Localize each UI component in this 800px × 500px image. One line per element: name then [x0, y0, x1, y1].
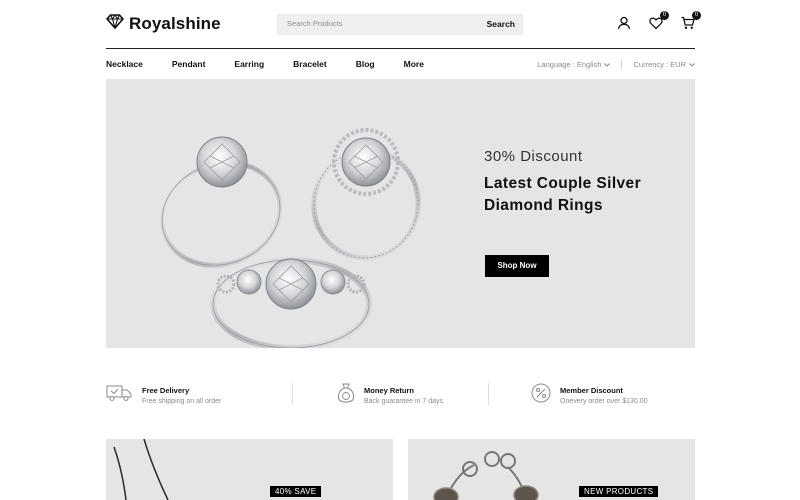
brand-logo[interactable]: Royalshine: [106, 14, 221, 34]
nav-item-bracelet[interactable]: Bracelet: [293, 59, 327, 71]
promo-tag: NEW PRODUCTS: [579, 486, 659, 497]
search-input[interactable]: [287, 19, 457, 28]
feature-text: Free Delivery Free shipping on all order: [142, 386, 221, 405]
currency-label: Currency : EUR: [633, 60, 686, 69]
cart-count-badge: 0: [692, 11, 701, 20]
hero-title-line-2: Diamond Rings: [484, 197, 603, 214]
user-icon[interactable]: [617, 16, 631, 30]
feature-money-return: Money Return Back guarantee in 7 days: [337, 380, 443, 410]
feature-free-delivery: Free Delivery Free shipping on all order: [106, 380, 221, 410]
percent-icon: [531, 383, 551, 408]
nav-item-earring[interactable]: Earring: [234, 59, 264, 71]
header-actions: 0 0: [617, 11, 701, 30]
feature-divider: [488, 383, 489, 405]
feature-subtitle: Free shipping on all order: [142, 397, 222, 405]
language-select[interactable]: Language : English: [537, 60, 611, 69]
feature-text: Member Discount Onevery order over $130.…: [560, 386, 648, 405]
feature-title: Free Delivery: [142, 385, 190, 395]
language-label: Language : English: [537, 60, 602, 69]
feature-text: Money Return Back guarantee in 7 days: [364, 386, 443, 405]
cart-icon[interactable]: 0: [681, 11, 701, 30]
shop-now-button[interactable]: Shop Now: [485, 255, 549, 277]
heart-icon[interactable]: 0: [649, 11, 669, 30]
promo-tile-necklace[interactable]: 40% SAVE: [106, 439, 393, 500]
currency-select[interactable]: Currency : EUR: [633, 60, 695, 69]
hero-discount: 30% Discount: [484, 148, 583, 165]
nav-item-more[interactable]: More: [404, 59, 424, 71]
chevron-down-icon: [689, 60, 695, 69]
feature-title: Money Return: [364, 385, 415, 395]
search-button[interactable]: Search: [487, 19, 515, 29]
search-bar: Search: [277, 14, 523, 35]
brand-name: Royalshine: [129, 14, 221, 33]
feature-subtitle: Onevery order over $130.00: [560, 397, 648, 405]
promo-tag: 40% SAVE: [270, 486, 322, 497]
site-header: Royalshine Search 0 0: [106, 11, 701, 38]
store-preferences: Language : English Currency : EUR: [537, 59, 695, 70]
hero-banner: 30% Discount Latest Couple Silver Diamon…: [106, 79, 695, 348]
diamond-icon: [106, 14, 124, 34]
feature-subtitle: Back guarantee in 7 days: [364, 397, 443, 405]
feature-divider: [292, 383, 293, 405]
prefs-divider: [621, 59, 623, 70]
header-divider: [106, 48, 695, 49]
rings-image: [159, 128, 421, 348]
main-nav: Necklace Pendant Earring Bracelet Blog M…: [106, 59, 453, 71]
chevron-down-icon: [604, 60, 611, 69]
hero-title-line-1: Latest Couple Silver: [484, 175, 642, 192]
necklace-image: [113, 439, 169, 500]
truck-icon: [106, 384, 133, 407]
wishlist-count-badge: 0: [660, 11, 669, 20]
features-strip: Free Delivery Free shipping on all order…: [106, 380, 695, 410]
feature-member-discount: Member Discount Onevery order over $130.…: [531, 380, 648, 410]
nav-item-necklace[interactable]: Necklace: [106, 59, 143, 71]
promo-tile-bracelet[interactable]: NEW PRODUCTS: [408, 439, 695, 500]
nav-item-blog[interactable]: Blog: [356, 59, 375, 71]
nav-item-pendant[interactable]: Pendant: [172, 59, 206, 71]
hero-title: Latest Couple Silver Diamond Rings: [484, 173, 641, 217]
feature-title: Member Discount: [560, 385, 623, 395]
money-bag-icon: [337, 383, 355, 408]
